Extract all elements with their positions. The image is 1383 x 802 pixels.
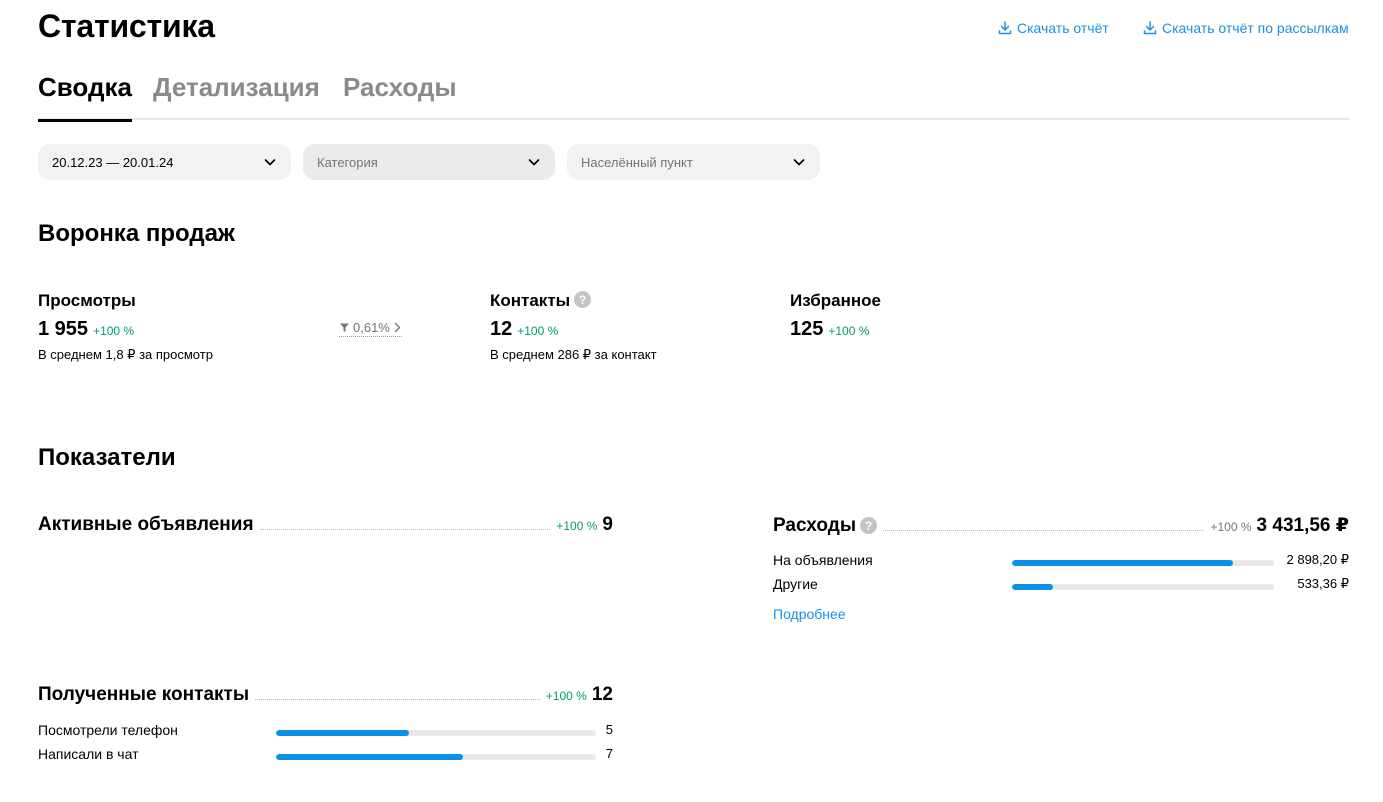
expenses-value: 3 431,56 ₽	[1256, 515, 1349, 536]
download-report-link[interactable]: Скачать отчёт	[998, 20, 1109, 36]
funnel-title: Воронка продаж	[38, 220, 235, 247]
location-select[interactable]: Населённый пункт	[567, 144, 820, 180]
expense-bar-label: На объявления	[773, 552, 873, 568]
dotted-leader	[255, 699, 540, 700]
contact-bar-track	[276, 754, 596, 760]
expense-bar-value: 2 898,20 ₽	[1286, 552, 1350, 567]
active-ads-label: Активные объявления	[38, 514, 254, 535]
contact-bar-label: Посмотрели телефон	[38, 722, 178, 738]
conversion-value: 0,61%	[353, 320, 390, 335]
conversion-link[interactable]: 0,61%	[339, 320, 402, 337]
contact-bar-value: 7	[605, 746, 613, 761]
indicators-title: Показатели	[38, 444, 176, 471]
tab-bar: Сводка Детализация Расходы	[38, 72, 1349, 122]
tab-details[interactable]: Детализация	[153, 72, 320, 120]
help-icon[interactable]: ?	[574, 291, 592, 309]
tab-summary[interactable]: Сводка	[38, 72, 132, 122]
chevron-down-icon	[528, 159, 540, 166]
expenses-delta: +100 %	[1210, 520, 1252, 534]
favorites-label: Избранное	[790, 291, 881, 310]
expense-bar-fill	[1012, 560, 1234, 566]
period-select[interactable]: 20.12.23 — 20.01.24	[38, 144, 291, 180]
expenses-label: Расходы	[773, 515, 857, 536]
contacts-received-label: Полученные контакты	[38, 684, 250, 705]
contact-bar-row: Посмотрели телефон 5	[38, 722, 613, 742]
funnel-icon	[340, 323, 349, 332]
more-details-link[interactable]: Подробнее	[773, 606, 846, 622]
chevron-down-icon	[264, 159, 276, 166]
download-mailing-report-label: Скачать отчёт по рассылкам	[1162, 20, 1349, 36]
active-ads-delta: +100 %	[556, 519, 598, 533]
expense-bar-value: 533,36 ₽	[1297, 576, 1349, 591]
download-mailing-report-link[interactable]: Скачать отчёт по рассылкам	[1143, 20, 1349, 36]
active-ads-value: 9	[602, 514, 613, 535]
expenses-row: Расходы? +100 % 3 431,56 ₽	[773, 514, 1349, 537]
favorites-value: 125	[790, 318, 824, 340]
expense-bar-fill	[1012, 584, 1053, 590]
contact-bar-row: Написали в чат 7	[38, 746, 613, 766]
contact-bar-value: 5	[605, 722, 613, 737]
help-icon[interactable]: ?	[860, 517, 878, 534]
views-value-group: 1 955 +100 %	[38, 318, 134, 341]
contacts-delta: +100 %	[517, 324, 559, 338]
category-placeholder: Категория	[317, 154, 378, 170]
dotted-leader	[883, 530, 1205, 531]
expense-bar-track	[1012, 560, 1274, 566]
download-icon	[998, 21, 1012, 35]
contact-bar-label: Написали в чат	[38, 746, 139, 762]
period-value: 20.12.23 — 20.01.24	[52, 154, 174, 170]
category-select[interactable]: Категория	[303, 144, 555, 180]
views-average: В среднем 1,8 ₽ за просмотр	[38, 347, 213, 362]
contact-bar-fill	[276, 730, 410, 736]
expense-bar-row: Другие 533,36 ₽	[773, 576, 1349, 596]
views-label: Просмотры	[38, 291, 136, 310]
download-report-label: Скачать отчёт	[1017, 20, 1109, 36]
page-title: Статистика	[38, 8, 215, 44]
chevron-down-icon	[793, 159, 805, 166]
active-ads-row: Активные объявления +100 % 9	[38, 514, 613, 536]
contacts-received-row: Полученные контакты +100 % 12	[38, 684, 613, 706]
contacts-average: В среднем 286 ₽ за контакт	[490, 347, 657, 362]
chevron-right-icon	[394, 322, 401, 333]
contacts-received-delta: +100 %	[545, 689, 587, 703]
expense-bar-label: Другие	[773, 576, 818, 592]
contacts-label: Контакты	[490, 291, 571, 310]
views-delta: +100 %	[93, 324, 135, 338]
views-value: 1 955	[38, 318, 89, 340]
contacts-label-group: Контакты?	[490, 291, 592, 311]
expense-bar-track	[1012, 584, 1274, 590]
contact-bar-fill	[276, 754, 463, 760]
favorites-value-group: 125 +100 %	[790, 318, 869, 341]
dotted-leader	[259, 529, 551, 530]
download-icon	[1143, 21, 1157, 35]
contacts-received-value: 12	[591, 684, 613, 705]
contacts-value: 12	[490, 318, 513, 340]
location-placeholder: Населённый пункт	[581, 154, 693, 170]
favorites-delta: +100 %	[828, 324, 870, 338]
contact-bar-track	[276, 730, 596, 736]
tab-expenses[interactable]: Расходы	[343, 72, 457, 120]
expense-bar-row: На объявления 2 898,20 ₽	[773, 552, 1349, 572]
contacts-value-group: 12 +100 %	[490, 318, 558, 341]
